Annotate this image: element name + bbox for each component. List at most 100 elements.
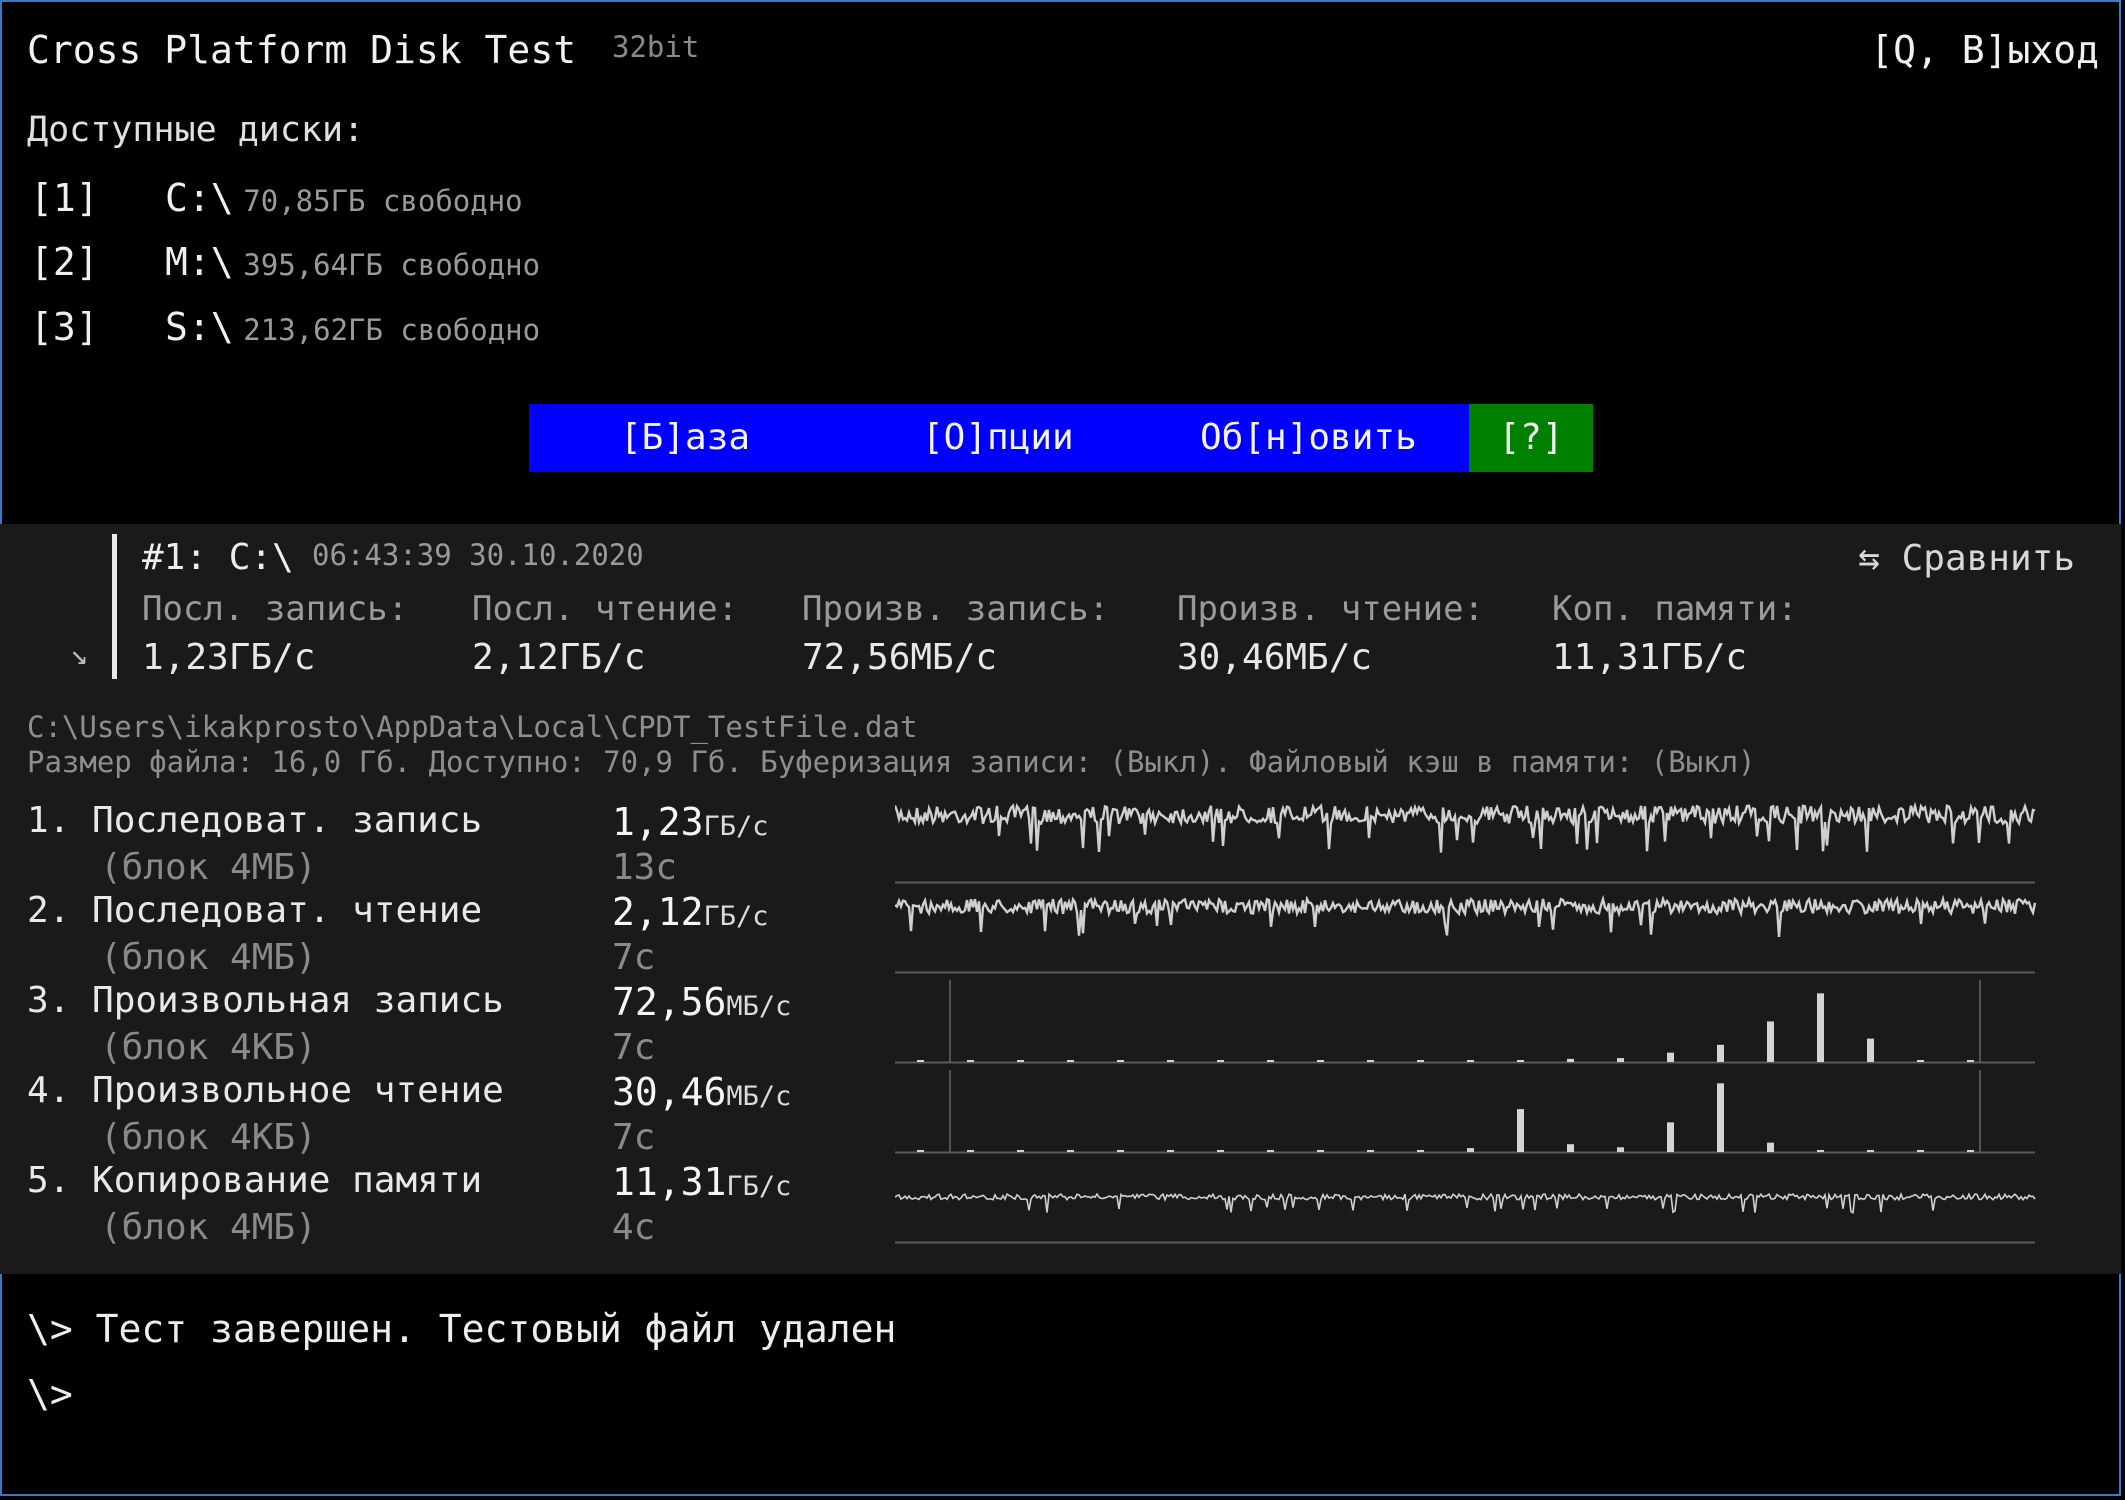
graph-bar	[1317, 1060, 1324, 1062]
console-line: \> Тест завершен. Тестовый файл удален	[27, 1307, 897, 1351]
graph-line	[895, 801, 2036, 853]
drive-name: C:\	[165, 176, 234, 220]
graph-bar	[917, 1150, 924, 1152]
test-time: 7с	[612, 1117, 656, 1158]
graph-bar	[1017, 1150, 1024, 1152]
graph-bar	[1067, 1060, 1074, 1062]
test-block: (блок 4МБ)	[100, 1207, 317, 1248]
graph-bar	[967, 1150, 974, 1152]
test-time: 7с	[612, 937, 656, 978]
summary-value: 2,12ГБ/с	[472, 637, 646, 678]
graph-bar	[1417, 1150, 1424, 1152]
test-value: 30,46МБ/с	[612, 1070, 792, 1114]
summary-label: Коп. памяти:	[1552, 589, 1798, 629]
graph-bar	[1967, 1150, 1974, 1152]
summary-value: 30,46МБ/с	[1177, 637, 1373, 678]
graph-bar	[1167, 1060, 1174, 1062]
graph-bar	[1567, 1058, 1574, 1062]
quit-button[interactable]: [Q, В]ыход	[1870, 28, 2099, 72]
graph-bar	[1667, 1052, 1674, 1062]
graph-bar	[1167, 1150, 1174, 1152]
graph-bar	[967, 1060, 974, 1062]
summary-value: 1,23ГБ/с	[142, 637, 316, 678]
drive-item-1[interactable]: [1]	[30, 176, 99, 220]
drive-name: M:\	[165, 240, 234, 284]
bitness-label: 32bit	[612, 30, 700, 64]
drive-row-3[interactable]: S:\ 213,62ГБ свободно	[165, 305, 540, 349]
graph-bar	[1117, 1060, 1124, 1062]
graph-bar	[1767, 1142, 1774, 1152]
graph-bar	[1317, 1150, 1324, 1152]
graph-bar	[1217, 1060, 1224, 1062]
test-file-info: Размер файла: 16,0 Гб. Доступно: 70,9 Гб…	[27, 745, 1756, 779]
graph-bar	[1617, 1058, 1624, 1062]
summary-label: Произв. запись:	[802, 589, 1110, 629]
drive-key: [3]	[30, 305, 99, 349]
menu-base-button[interactable]: [Б]аза	[620, 404, 750, 472]
drive-name: S:\	[165, 305, 234, 349]
test-block: (блок 4МБ)	[100, 937, 317, 978]
graph-bar	[1367, 1060, 1374, 1062]
summary-label: Произв. чтение:	[1177, 589, 1485, 629]
summary-value: 11,31ГБ/с	[1552, 637, 1748, 678]
drive-row-1[interactable]: C:\ 70,85ГБ свободно	[165, 176, 523, 220]
graph-line	[895, 894, 2037, 937]
test-block: (блок 4КБ)	[100, 1027, 317, 1068]
drive-row-2[interactable]: M:\ 395,64ГБ свободно	[165, 240, 540, 284]
test-time: 7с	[612, 1027, 656, 1068]
graph-bar	[1817, 993, 1824, 1062]
test-name: 2. Последоват. чтение	[27, 890, 483, 931]
menu-refresh-button[interactable]: Об[н]овить	[1200, 404, 1417, 472]
app-title: Cross Platform Disk Test	[27, 28, 577, 72]
result-marker-bar	[112, 534, 117, 679]
test-time: 13с	[612, 847, 678, 888]
test-file-path: C:\Users\ikakprosto\AppData\Local\CPDT_T…	[27, 710, 918, 744]
drive-key: [1]	[30, 176, 99, 220]
graph-bar	[1667, 1122, 1674, 1152]
graph-bar	[1517, 1060, 1524, 1062]
graph-bar	[1767, 1021, 1774, 1062]
summary-value: 72,56МБ/с	[802, 637, 998, 678]
compare-button[interactable]: ⇆ Сравнить	[1858, 538, 2075, 579]
graph-line	[895, 1191, 2036, 1214]
drive-free-space: 70,85ГБ свободно	[243, 184, 523, 218]
graph-bar	[1717, 1083, 1724, 1152]
test-value: 1,23ГБ/с	[612, 800, 769, 844]
test-value: 2,12ГБ/с	[612, 890, 769, 934]
graph-bar	[1717, 1044, 1724, 1062]
graph-bar	[1267, 1150, 1274, 1152]
graph-bar	[1417, 1060, 1424, 1062]
graph-bar	[1917, 1060, 1924, 1062]
graph-bar	[1467, 1060, 1474, 1062]
graph-bar	[1517, 1109, 1524, 1152]
graph-bar	[1067, 1150, 1074, 1152]
drive-free-space: 213,62ГБ свободно	[243, 313, 541, 347]
graph-bar	[1817, 1150, 1824, 1152]
summary-label: Посл. запись:	[142, 589, 409, 629]
graph-bar	[1867, 1038, 1874, 1062]
test-value: 11,31ГБ/с	[612, 1160, 792, 1204]
graph-bar	[1117, 1150, 1124, 1152]
test-block: (блок 4КБ)	[100, 1117, 317, 1158]
drive-free-space: 395,64ГБ свободно	[243, 248, 541, 282]
drive-item-3[interactable]: [3]	[30, 305, 99, 349]
drive-item-2[interactable]: [2]	[30, 240, 99, 284]
menu-bar: [Б]аза [О]пции Об[н]овить [?]	[529, 404, 1593, 472]
help-button[interactable]: [?]	[1469, 404, 1593, 472]
graph-bar	[1917, 1150, 1924, 1152]
graph-bar	[1267, 1060, 1274, 1062]
test-name: 3. Произвольная запись	[27, 980, 504, 1021]
graph-bar	[1867, 1150, 1874, 1152]
graph-bar	[1467, 1148, 1474, 1152]
graph-bar	[1017, 1060, 1024, 1062]
test-graphs	[895, 801, 2037, 1244]
test-time: 4с	[612, 1207, 656, 1248]
result-drive: #1: C:\	[142, 537, 294, 578]
menu-options-button[interactable]: [О]пции	[922, 404, 1074, 472]
graph-bar	[1367, 1150, 1374, 1152]
test-name: 5. Копирование памяти	[27, 1160, 483, 1201]
test-name: 1. Последоват. запись	[27, 800, 483, 841]
graph-bar	[1967, 1060, 1974, 1062]
arrow-down-right-icon[interactable]: ↘	[70, 637, 88, 672]
drives-title: Доступные диски:	[27, 110, 365, 150]
